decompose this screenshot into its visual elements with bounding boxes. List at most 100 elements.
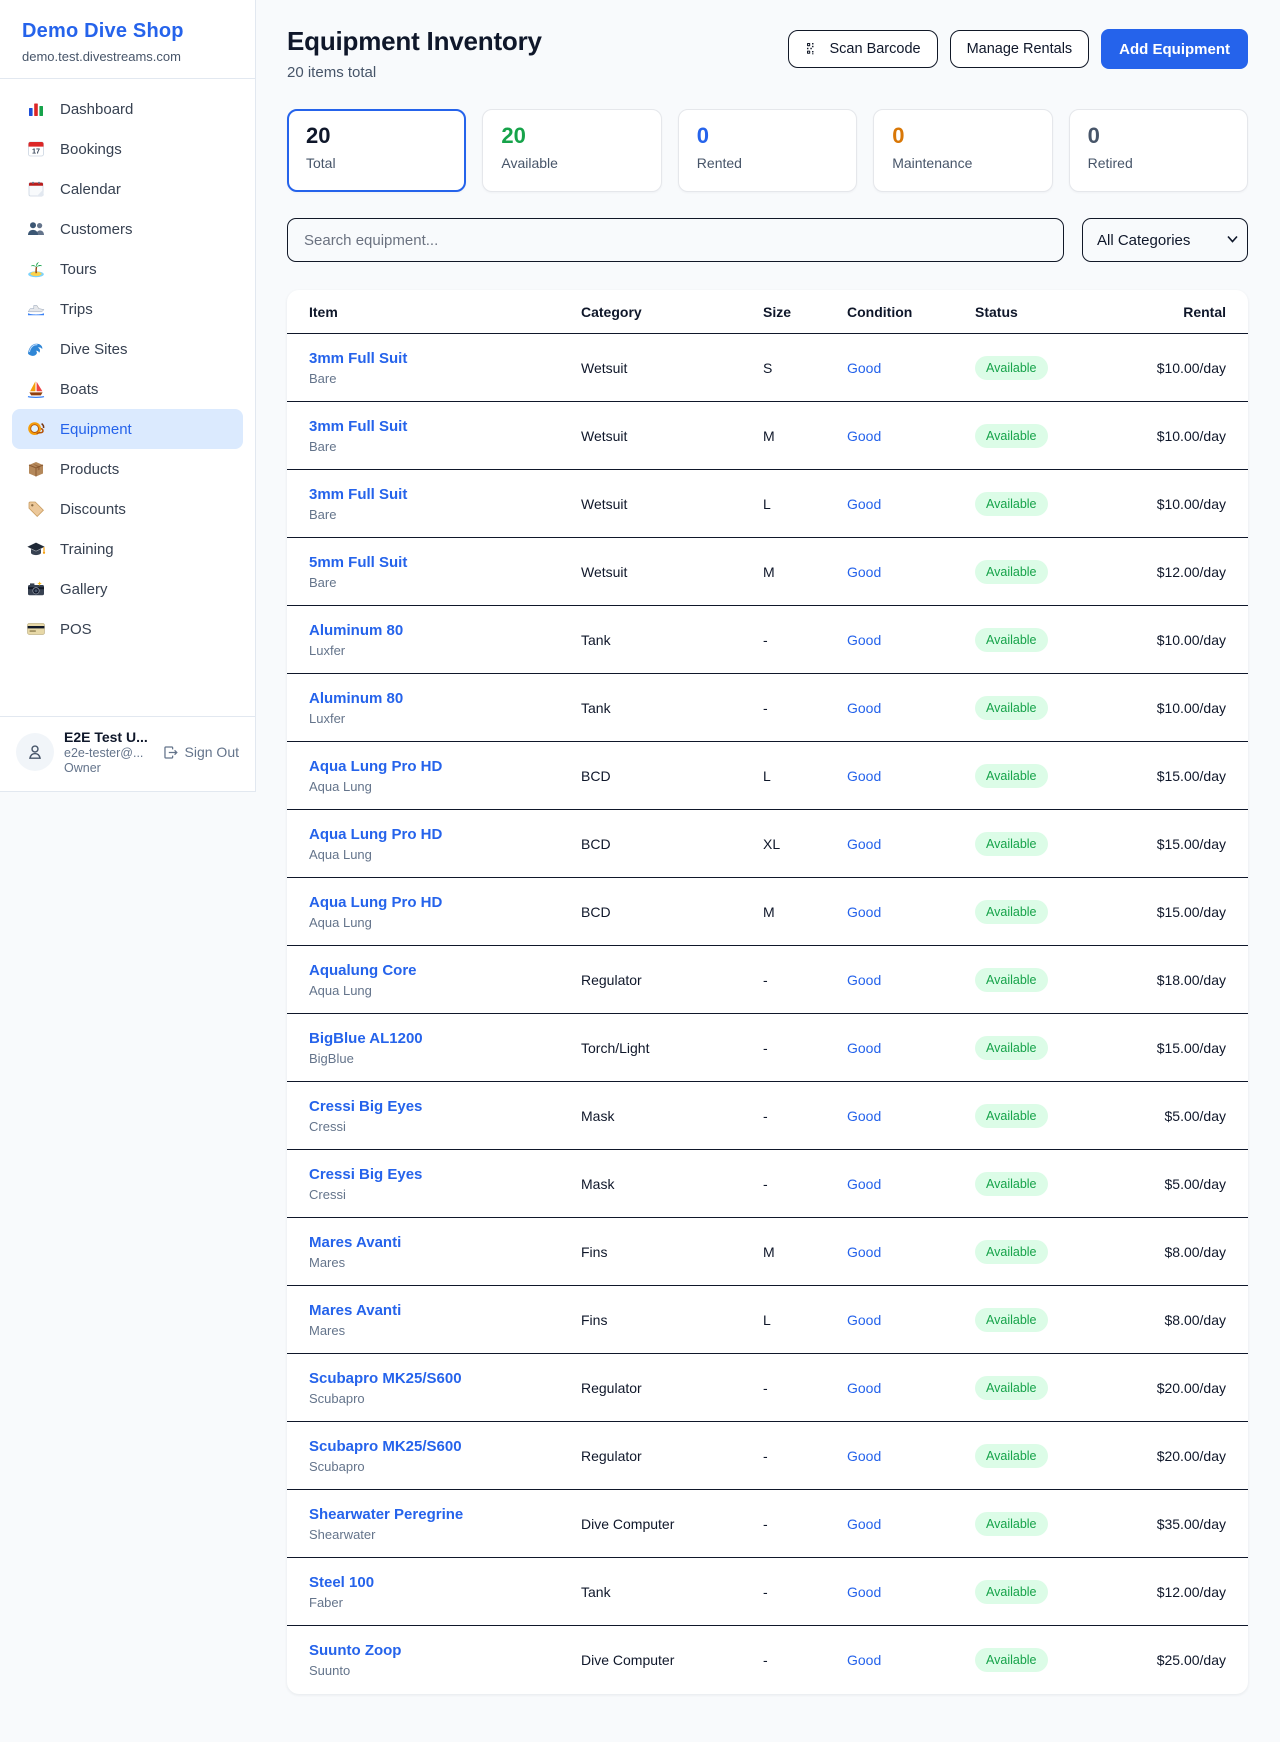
stat-card-retired[interactable]: 0 Retired bbox=[1069, 109, 1248, 192]
stat-card-total[interactable]: 20 Total bbox=[287, 109, 466, 192]
item-name-link[interactable]: Suunto Zoop bbox=[309, 1642, 581, 1659]
manage-rentals-button[interactable]: Manage Rentals bbox=[950, 30, 1090, 68]
rental-rate: $15.00/day bbox=[1157, 1040, 1226, 1056]
item-brand: Aqua Lung bbox=[309, 847, 581, 862]
condition-link[interactable]: Good bbox=[847, 972, 881, 988]
condition-link[interactable]: Good bbox=[847, 1176, 881, 1192]
add-equipment-button[interactable]: Add Equipment bbox=[1101, 29, 1248, 69]
item-name-link[interactable]: Aqua Lung Pro HD bbox=[309, 826, 581, 843]
sidebar-item-equipment[interactable]: Equipment bbox=[12, 409, 243, 449]
condition-link[interactable]: Good bbox=[847, 904, 881, 920]
item-name-link[interactable]: 3mm Full Suit bbox=[309, 418, 581, 435]
sidebar-item-dashboard[interactable]: Dashboard bbox=[12, 89, 243, 129]
item-size: - bbox=[763, 972, 847, 988]
item-name-link[interactable]: Mares Avanti bbox=[309, 1234, 581, 1251]
sidebar-item-pos[interactable]: POS bbox=[12, 609, 243, 649]
stat-card-rented[interactable]: 0 Rented bbox=[678, 109, 857, 192]
column-header-rental: Rental bbox=[1131, 304, 1226, 320]
condition-link[interactable]: Good bbox=[847, 700, 881, 716]
sidebar-item-bookings[interactable]: 17 Bookings bbox=[12, 129, 243, 169]
condition-link[interactable]: Good bbox=[847, 1312, 881, 1328]
user-role: Owner bbox=[64, 761, 152, 775]
condition-link[interactable]: Good bbox=[847, 1652, 881, 1668]
sidebar-item-gallery[interactable]: Gallery bbox=[12, 569, 243, 609]
item-name-link[interactable]: Steel 100 bbox=[309, 1574, 581, 1591]
condition-link[interactable]: Good bbox=[847, 564, 881, 580]
sidebar-item-customers[interactable]: Customers bbox=[12, 209, 243, 249]
condition-link[interactable]: Good bbox=[847, 1448, 881, 1464]
item-name-link[interactable]: 3mm Full Suit bbox=[309, 486, 581, 503]
item-name-link[interactable]: Cressi Big Eyes bbox=[309, 1098, 581, 1115]
condition-link[interactable]: Good bbox=[847, 1516, 881, 1532]
category-select[interactable]: All Categories bbox=[1082, 218, 1248, 262]
item-name-link[interactable]: Mares Avanti bbox=[309, 1302, 581, 1319]
sidebar-item-trips[interactable]: Trips bbox=[12, 289, 243, 329]
item-name-link[interactable]: Aluminum 80 bbox=[309, 690, 581, 707]
item-category: Mask bbox=[581, 1176, 763, 1192]
sidebar-nav: Dashboard 17 Bookings Calendar Customers… bbox=[0, 79, 255, 716]
item-brand: Cressi bbox=[309, 1119, 581, 1134]
condition-link[interactable]: Good bbox=[847, 1108, 881, 1124]
item-name-link[interactable]: Scubapro MK25/S600 bbox=[309, 1370, 581, 1387]
rental-rate: $10.00/day bbox=[1157, 496, 1226, 512]
camera-icon bbox=[26, 579, 46, 599]
condition-link[interactable]: Good bbox=[847, 836, 881, 852]
item-brand: Mares bbox=[309, 1323, 581, 1338]
stats-row: 20 Total 20 Available 0 Rented 0 Mainten… bbox=[287, 109, 1248, 192]
item-name-link[interactable]: Aqualung Core bbox=[309, 962, 581, 979]
item-name-link[interactable]: Cressi Big Eyes bbox=[309, 1166, 581, 1183]
condition-link[interactable]: Good bbox=[847, 768, 881, 784]
item-category: Torch/Light bbox=[581, 1040, 763, 1056]
condition-link[interactable]: Good bbox=[847, 1244, 881, 1260]
item-size: M bbox=[763, 428, 847, 444]
status-badge: Available bbox=[975, 1580, 1048, 1604]
stat-card-maintenance[interactable]: 0 Maintenance bbox=[873, 109, 1052, 192]
condition-link[interactable]: Good bbox=[847, 360, 881, 376]
sidebar-item-boats[interactable]: Boats bbox=[12, 369, 243, 409]
item-name-link[interactable]: Shearwater Peregrine bbox=[309, 1506, 581, 1523]
item-size: L bbox=[763, 496, 847, 512]
sidebar-item-training[interactable]: Training bbox=[12, 529, 243, 569]
table-row: Aqua Lung Pro HD Aqua Lung BCD M Good Av… bbox=[287, 878, 1248, 946]
item-category: BCD bbox=[581, 904, 763, 920]
rental-rate: $15.00/day bbox=[1157, 768, 1226, 784]
item-name-link[interactable]: Aqua Lung Pro HD bbox=[309, 894, 581, 911]
condition-link[interactable]: Good bbox=[847, 496, 881, 512]
sidebar-item-calendar[interactable]: Calendar bbox=[12, 169, 243, 209]
sidebar-item-tours[interactable]: Tours bbox=[12, 249, 243, 289]
item-name-link[interactable]: 3mm Full Suit bbox=[309, 350, 581, 367]
item-name-link[interactable]: Aqua Lung Pro HD bbox=[309, 758, 581, 775]
brand-subdomain: demo.test.divestreams.com bbox=[22, 49, 233, 64]
sidebar-item-discounts[interactable]: Discounts bbox=[12, 489, 243, 529]
brand-block: Demo Dive Shop demo.test.divestreams.com bbox=[0, 0, 255, 78]
condition-link[interactable]: Good bbox=[847, 1380, 881, 1396]
condition-link[interactable]: Good bbox=[847, 1584, 881, 1600]
item-brand: Luxfer bbox=[309, 643, 581, 658]
credit-card-icon bbox=[26, 619, 46, 639]
stat-card-available[interactable]: 20 Available bbox=[482, 109, 661, 192]
table-row: 3mm Full Suit Bare Wetsuit M Good Availa… bbox=[287, 402, 1248, 470]
header-actions: Scan Barcode Manage Rentals Add Equipmen… bbox=[788, 29, 1248, 69]
item-name-link[interactable]: BigBlue AL1200 bbox=[309, 1030, 581, 1047]
condition-link[interactable]: Good bbox=[847, 1040, 881, 1056]
status-badge: Available bbox=[975, 1444, 1048, 1468]
item-category: Wetsuit bbox=[581, 564, 763, 580]
scan-barcode-button[interactable]: Scan Barcode bbox=[788, 30, 937, 68]
sidebar-item-dive-sites[interactable]: Dive Sites bbox=[12, 329, 243, 369]
item-category: Fins bbox=[581, 1244, 763, 1260]
sign-out-button[interactable]: Sign Out bbox=[162, 744, 239, 761]
status-badge: Available bbox=[975, 900, 1048, 924]
item-brand: Aqua Lung bbox=[309, 779, 581, 794]
search-input[interactable] bbox=[287, 218, 1064, 262]
item-name-link[interactable]: 5mm Full Suit bbox=[309, 554, 581, 571]
sidebar-item-label: POS bbox=[60, 621, 92, 638]
rental-rate: $10.00/day bbox=[1157, 428, 1226, 444]
people-icon bbox=[26, 219, 46, 239]
condition-link[interactable]: Good bbox=[847, 632, 881, 648]
item-name-link[interactable]: Scubapro MK25/S600 bbox=[309, 1438, 581, 1455]
item-name-link[interactable]: Aluminum 80 bbox=[309, 622, 581, 639]
rental-rate: $8.00/day bbox=[1165, 1312, 1227, 1328]
item-size: - bbox=[763, 1516, 847, 1532]
condition-link[interactable]: Good bbox=[847, 428, 881, 444]
sidebar-item-products[interactable]: Products bbox=[12, 449, 243, 489]
